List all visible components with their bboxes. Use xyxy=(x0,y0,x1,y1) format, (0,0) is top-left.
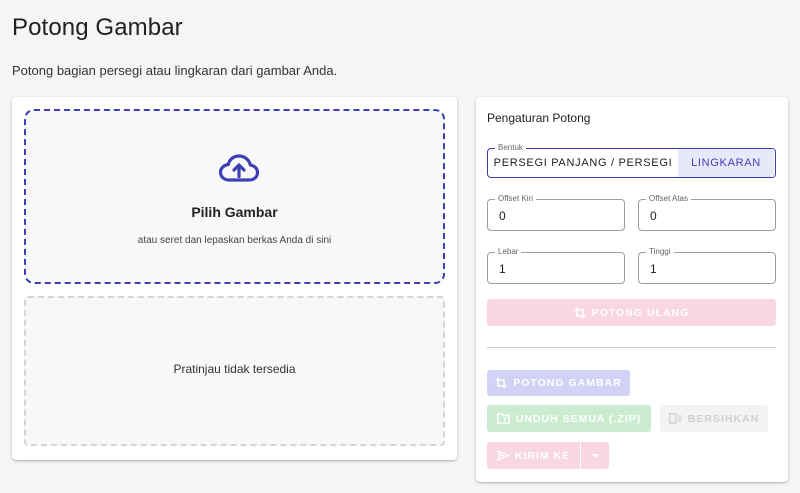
send-to-label: KIRIM KE xyxy=(514,449,571,462)
send-icon xyxy=(497,450,509,461)
clear-label: BERSIHKAN xyxy=(687,412,760,425)
shape-toggle-group: Bentuk PERSEGI PANJANG / PERSEGI LINGKAR… xyxy=(487,143,776,178)
clear-list-icon xyxy=(668,413,682,424)
folder-zip-icon xyxy=(496,413,510,424)
width-field[interactable]: Lebar 1 xyxy=(487,247,625,284)
offset-top-value: 0 xyxy=(650,209,657,223)
preview-unavailable-text: Pratinjau tidak tersedia xyxy=(173,362,296,376)
height-field[interactable]: Tinggi 1 xyxy=(638,247,776,284)
settings-title: Pengaturan Potong xyxy=(487,111,591,125)
width-label: Lebar xyxy=(495,247,522,257)
send-to-menu-button[interactable] xyxy=(581,442,609,469)
offset-top-field[interactable]: Offset Atas 0 xyxy=(638,194,776,231)
caret-down-icon xyxy=(591,453,599,458)
height-value: 1 xyxy=(650,262,657,276)
drag-drop-hint: atau seret dan lepaskan berkas Anda di s… xyxy=(137,235,332,246)
page-title: Potong Gambar xyxy=(12,14,183,41)
offset-left-value: 0 xyxy=(499,209,506,223)
offset-left-label: Offset Kiri xyxy=(495,194,536,204)
send-to-button[interactable]: KIRIM KE xyxy=(487,442,580,469)
image-preview: Pratinjau tidak tersedia xyxy=(24,296,445,446)
width-value: 1 xyxy=(499,262,506,276)
download-all-button[interactable]: UNDUH SEMUA (.ZIP) xyxy=(487,405,651,432)
image-card: Pilih Gambar atau seret dan lepaskan ber… xyxy=(12,97,457,460)
image-dropzone[interactable]: Pilih Gambar atau seret dan lepaskan ber… xyxy=(24,109,445,284)
page-description: Potong bagian persegi atau lingkaran dar… xyxy=(12,63,338,78)
crop-icon xyxy=(495,377,507,389)
shape-option-rectangle[interactable]: PERSEGI PANJANG / PERSEGI xyxy=(488,149,678,177)
crop-image-button[interactable]: POTONG GAMBAR xyxy=(487,370,630,396)
crop-settings-card: Pengaturan Potong Bentuk PERSEGI PANJANG… xyxy=(476,97,788,482)
offset-top-label: Offset Atas xyxy=(646,194,691,204)
offset-left-field[interactable]: Offset Kiri 0 xyxy=(487,194,625,231)
choose-image-label: Pilih Gambar xyxy=(191,204,278,220)
divider xyxy=(487,347,776,348)
height-label: Tinggi xyxy=(646,247,674,257)
recrop-label: POTONG ULANG xyxy=(591,306,690,319)
cloud-upload-icon xyxy=(218,154,260,182)
recrop-button[interactable]: POTONG ULANG xyxy=(487,299,776,326)
shape-option-circle[interactable]: LINGKARAN xyxy=(678,149,774,177)
crop-image-label: POTONG GAMBAR xyxy=(513,377,622,389)
crop-icon xyxy=(574,307,586,318)
download-all-label: UNDUH SEMUA (.ZIP) xyxy=(515,412,642,425)
clear-button[interactable]: BERSIHKAN xyxy=(660,405,768,432)
